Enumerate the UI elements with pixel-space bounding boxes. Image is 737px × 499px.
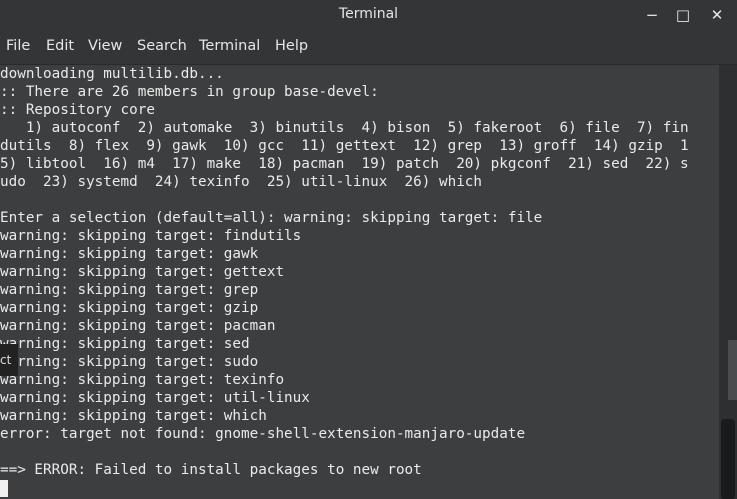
maximize-button[interactable]: □	[671, 4, 695, 26]
terminal-line: warning: skipping target: gettext	[0, 264, 285, 280]
overlay-tooltip: ct	[0, 344, 18, 376]
menu-help[interactable]: Help	[275, 38, 308, 54]
text-cursor	[0, 480, 8, 497]
terminal-line: warning: skipping target: grep	[0, 282, 259, 298]
menu-search[interactable]: Search	[137, 38, 187, 54]
close-icon: ✕	[710, 6, 724, 24]
scrollbar[interactable]	[719, 65, 737, 499]
terminal-line: udo 23) systemd 24) texinfo 25) util-lin…	[0, 174, 483, 190]
terminal-line: warning: skipping target: which	[0, 408, 267, 424]
minimize-button[interactable]: −	[640, 4, 664, 26]
terminal-line: dutils 8) flex 9) gawk 10) gcc 11) gette…	[0, 138, 689, 154]
menu-edit[interactable]: Edit	[46, 38, 74, 54]
terminal-line: Enter a selection (default=all): warning…	[0, 210, 543, 226]
menu-view[interactable]: View	[88, 38, 122, 54]
terminal-line: warning: skipping target: pacman	[0, 318, 276, 334]
terminal-line: downloading multilib.db...	[0, 66, 224, 82]
terminal-line: warning: skipping target: util-linux	[0, 390, 310, 406]
terminal-line: warning: skipping target: sed	[0, 336, 250, 352]
overlay-tooltip-text: ct	[0, 353, 12, 367]
background-window-edge	[728, 340, 737, 400]
terminal-line: warning: skipping target: sudo	[0, 354, 259, 370]
terminal-window: Terminal − □ ✕ File Edit View Search Ter…	[0, 0, 737, 499]
terminal-line: warning: skipping target: findutils	[0, 228, 302, 244]
title-bar[interactable]: Terminal − □ ✕	[0, 0, 737, 30]
terminal-line: warning: skipping target: gzip	[0, 300, 259, 316]
terminal-line: error: target not found: gnome-shell-ext…	[0, 426, 526, 442]
terminal-line: ==> ERROR: Failed to install packages to…	[0, 462, 422, 478]
terminal-line: :: Repository core	[0, 102, 155, 118]
window-title: Terminal	[338, 6, 399, 22]
maximize-icon: □	[675, 6, 691, 24]
menu-bar: File Edit View Search Terminal Help	[0, 30, 737, 65]
minimize-icon: −	[645, 6, 659, 24]
terminal-line: warning: skipping target: texinfo	[0, 372, 285, 388]
menu-terminal[interactable]: Terminal	[199, 38, 260, 54]
terminal-line: warning: skipping target: gawk	[0, 246, 259, 262]
scrollbar-thumb[interactable]	[721, 419, 735, 499]
terminal-line: 5) libtool 16) m4 17) make 18) pacman 19…	[0, 156, 689, 172]
terminal-line: 1) autoconf 2) automake 3) binutils 4) b…	[0, 120, 689, 136]
menu-file[interactable]: File	[6, 38, 30, 54]
terminal-output[interactable]: downloading multilib.db... :: There are …	[0, 65, 719, 499]
terminal-line: :: There are 26 members in group base-de…	[0, 84, 379, 100]
close-button[interactable]: ✕	[705, 4, 729, 26]
